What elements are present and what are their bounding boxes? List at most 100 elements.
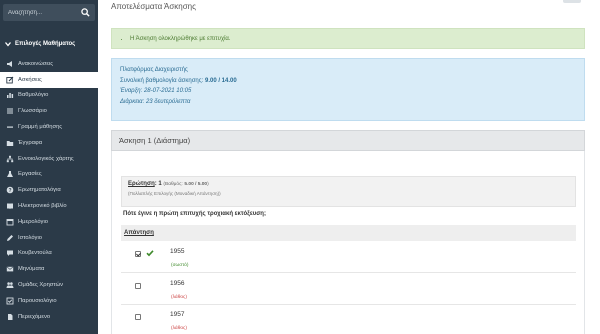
sidebar-item-assignments[interactable]: Εργασίες [0, 167, 98, 183]
answer-note: (λάθος) [171, 326, 187, 331]
sidebar-item-label: Γραμμή μάθησης [18, 124, 63, 131]
sidebar: Επιλογές Μαθήματος Ανακοινώσεις Ασκήσεις… [0, 0, 98, 334]
answer-value: 1957 [170, 311, 185, 318]
sidebar-item-user-groups[interactable]: Ομάδες Χρηστών [0, 277, 98, 293]
question-header: Ερώτηση: 1 (Βαθμός: 5.00 / 5.00) (Πολλαπ… [121, 176, 576, 207]
folder-icon [5, 138, 14, 147]
answer-value: 1955 [170, 248, 185, 255]
sitemap-icon [5, 154, 14, 163]
sidebar-item-documents[interactable]: Έγγραφα [0, 135, 98, 151]
sidebar-item-label: Περιεχόμενο [18, 313, 51, 320]
sidebar-item-gradebook[interactable]: Βαθμολόγιο [0, 88, 98, 104]
checklist-icon [5, 296, 14, 305]
answer-row: 1955 (σωστό) [121, 242, 576, 273]
sidebar-item-exercises[interactable]: Ασκήσεις [0, 71, 98, 88]
book-icon [5, 202, 14, 211]
chevron-down-icon [5, 42, 11, 47]
pencil-icon [5, 233, 14, 242]
sidebar-item-concept-map[interactable]: Εννοιολογικός χάρτης [0, 151, 98, 167]
section-title: Επιλογές Μαθήματος [15, 41, 76, 47]
sidebar-item-label: Έγγραφα [18, 139, 43, 146]
exercise-body: Ερώτηση: 1 (Βαθμός: 5.00 / 5.00) (Πολλαπ… [111, 151, 585, 334]
question-text: Πότε έγινε η πρώτη επιτυχής τροχιακή εκτ… [123, 211, 266, 217]
success-alert: Η Άσκηση ολοκληρώθηκε με επιτυχία. [111, 28, 585, 49]
main-content: Αποτελέσματα Άσκησης Η Άσκηση ολοκληρώθη… [98, 0, 600, 334]
answer-checkbox[interactable] [135, 283, 141, 289]
duration-value: 23 δευτερόλεπτα [145, 98, 191, 105]
duration-line: Διάρκεια: 23 δευτερόλεπτα [120, 97, 576, 108]
platform-name: Πλατφόρμας Διαχειριστής [120, 67, 188, 73]
sidebar-item-label: Ηλεκτρονικό βιβλίο [18, 203, 67, 210]
sidebar-item-label: Βαθμολόγιο [18, 92, 49, 99]
options-button[interactable] [563, 0, 581, 3]
question-number-line: Ερώτηση: 1 (Βαθμός: 5.00 / 5.00) [128, 181, 209, 187]
sidebar-item-label: Γλωσσάριο [18, 108, 47, 115]
edit-icon [5, 75, 14, 84]
answer-row: 1957 (λάθος) [121, 305, 576, 334]
exercise-title: Άσκηση 1 (Διάστημα) [119, 136, 191, 145]
flask-icon [5, 170, 14, 179]
sidebar-item-chat[interactable]: Κουβεντούλα [0, 246, 98, 262]
answer-value: 1956 [170, 280, 185, 287]
sidebar-item-label: Ανακοινώσεις [18, 60, 54, 67]
check-icon [146, 250, 154, 257]
sidebar-item-label: Ιστολόγιο [18, 234, 42, 241]
minus-icon [5, 123, 14, 132]
answer-row: 1956 (λάθος) [121, 274, 576, 305]
success-message: Η Άσκηση ολοκληρώθηκε με επιτυχία. [130, 36, 231, 42]
course-options-toggle[interactable]: Επιλογές Μαθήματος [0, 37, 98, 51]
sidebar-item-attendance[interactable]: Παρουσιολόγιο [0, 293, 98, 309]
question-icon: ? [5, 186, 14, 195]
sidebar-item-glossary[interactable]: Γλωσσάριο [0, 103, 98, 119]
question-number: 1 [158, 181, 162, 187]
answer-note: (σωστό) [171, 263, 189, 268]
question-grade-prefix: (Βαθμός: [163, 182, 183, 187]
question-grade-suffix: ) [207, 182, 209, 187]
exercise-header: Άσκηση 1 (Διάστημα) [111, 130, 585, 151]
sidebar-item-label: Μηνύματα [18, 266, 45, 273]
answer-header: Απάντηση [121, 225, 576, 241]
chat-icon [5, 249, 14, 258]
sidebar-item-messages[interactable]: Μηνύματα [0, 261, 98, 277]
list-icon [5, 107, 14, 116]
total-grade-line: Συνολική βαθμολογία άσκησης: 9.00 / 14.0… [120, 76, 576, 87]
question-type: (Πολλαπλής Επιλογής (Μοναδική Απάντηση)) [128, 191, 221, 196]
sidebar-item-content[interactable]: Περιεχόμενο [0, 309, 98, 325]
sidebar-item-ebook[interactable]: Ηλεκτρονικό βιβλίο [0, 198, 98, 214]
answer-checkbox[interactable] [135, 314, 141, 320]
start-label: Έναρξη: [120, 88, 143, 94]
sidebar-item-label: Εννοιολογικός χάρτης [18, 155, 74, 162]
course-menu: Ανακοινώσεις Ασκήσεις Βαθμολόγιο Γλωσσάρ… [0, 56, 98, 325]
total-grade-label: Συνολική βαθμολογία άσκησης: [120, 77, 204, 84]
megaphone-icon [5, 59, 14, 68]
sidebar-item-label: Ομάδες Χρηστών [18, 282, 64, 289]
calendar-icon [5, 217, 14, 226]
search-icon[interactable] [81, 8, 91, 18]
sidebar-item-blog[interactable]: Ιστολόγιο [0, 230, 98, 246]
sidebar-item-label: Παρουσιολόγιο [18, 297, 57, 304]
start-line: Έναρξη: 28-07-2021 10:05 [120, 86, 576, 97]
sidebar-item-calendar[interactable]: Ημερολόγιο [0, 214, 98, 230]
search-input[interactable] [3, 4, 79, 21]
file-icon [5, 312, 14, 321]
sidebar-item-announcements[interactable]: Ανακοινώσεις [0, 56, 98, 72]
result-info-box: Πλατφόρμας Διαχειριστής Συνολική βαθμολο… [111, 58, 585, 121]
sidebar-item-learning-path[interactable]: Γραμμή μάθησης [0, 119, 98, 135]
question-grade-value: 5.00 / 5.00 [184, 182, 208, 187]
users-icon [5, 281, 14, 290]
envelope-icon [5, 265, 14, 274]
duration-label: Διάρκεια: [120, 98, 145, 105]
sidebar-item-label: Εργασίες [18, 171, 42, 178]
search-box [3, 4, 95, 21]
answer-note: (λάθος) [171, 295, 187, 300]
start-value: 28-07-2021 10:05 [143, 88, 192, 94]
page-title: Αποτελέσματα Άσκησης [111, 2, 196, 11]
sidebar-item-label: Κουβεντούλα [18, 250, 52, 257]
svg-text:?: ? [8, 188, 11, 194]
question-label: Ερώτηση [128, 181, 155, 187]
sidebar-item-questionnaires[interactable]: ? Ερωτηματολόγια [0, 182, 98, 198]
sidebar-item-label: Ερωτηματολόγια [18, 187, 61, 194]
sidebar-item-label: Ασκήσεις [18, 76, 42, 83]
sidebar-item-label: Ημερολόγιο [18, 218, 48, 225]
answer-checkbox[interactable] [135, 251, 141, 257]
